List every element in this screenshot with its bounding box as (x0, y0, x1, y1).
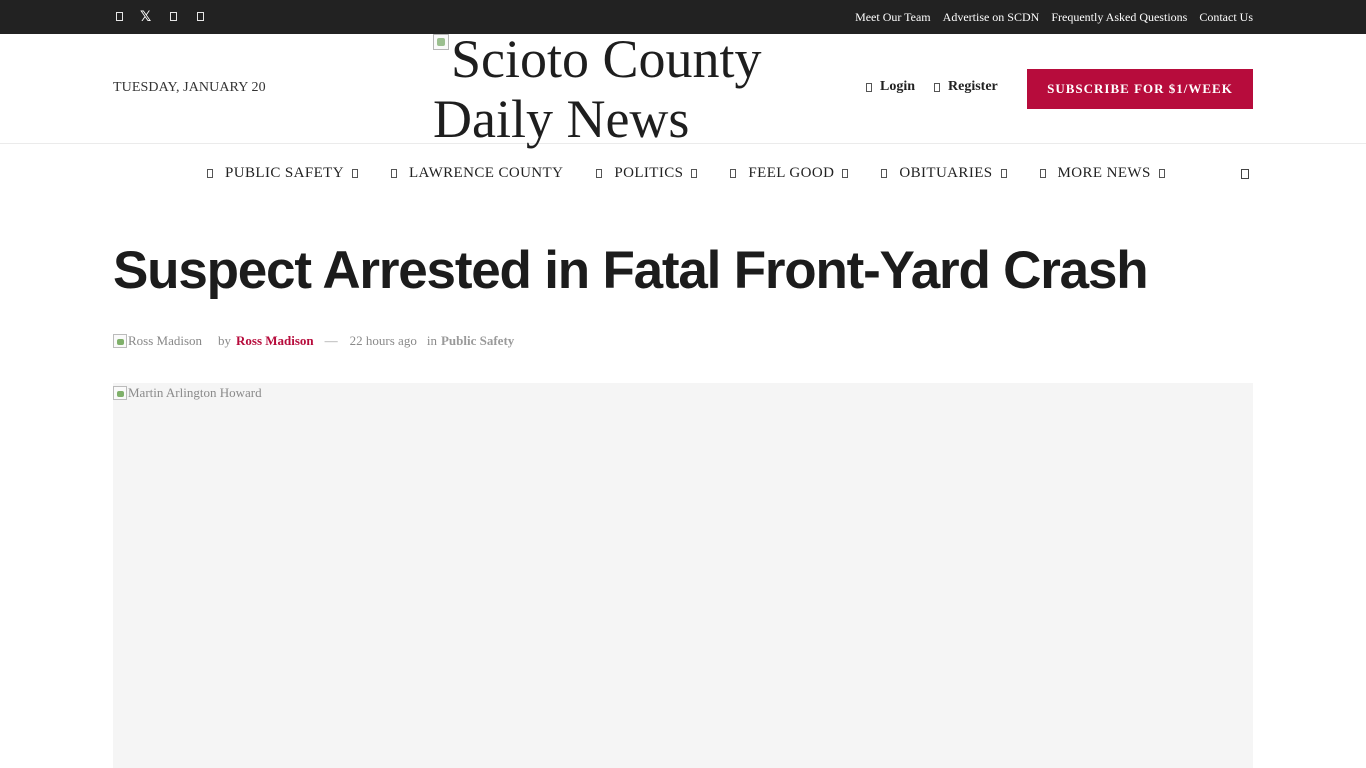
broken-image-icon (113, 334, 127, 348)
instagram-icon-glyph (170, 12, 177, 21)
article-meta: Ross Madison by Ross Madison — 22 hours … (113, 332, 514, 350)
nav-item-label: FEEL GOOD (748, 165, 835, 181)
chevron-down-icon (351, 169, 358, 178)
meet-our-team-link[interactable]: Meet Our Team (855, 10, 931, 25)
byline-prefix: by (218, 333, 231, 348)
public-safety-icon (207, 169, 213, 178)
register-link[interactable]: Register (934, 79, 998, 95)
nav-item-lawrence-county[interactable]: LAWRENCE COUNTY (390, 165, 564, 182)
nav-item-politics[interactable]: POLITICS (596, 165, 698, 182)
logo-alt-line-1: Scioto County (451, 29, 762, 89)
youtube-icon-glyph (197, 12, 204, 21)
subscribe-button[interactable]: SUBSCRIBE FOR $1/WEEK (1027, 69, 1253, 109)
site-logo[interactable]: Scioto County Daily News (433, 29, 833, 149)
social-links: 𝕏 (113, 0, 221, 34)
author-avatar[interactable]: Ross Madison (113, 333, 209, 349)
location-icon (390, 169, 397, 178)
nav-item-feel-good[interactable]: FEEL GOOD (730, 165, 849, 182)
heart-icon (730, 169, 737, 178)
login-link[interactable]: Login (866, 79, 915, 95)
chevron-down-icon (842, 169, 849, 178)
category-link[interactable]: Public Safety (441, 333, 514, 349)
top-links: Meet Our Team Advertise on SCDN Frequent… (843, 0, 1253, 34)
obituaries-icon (881, 169, 888, 178)
article-title: Suspect Arrested in Fatal Front-Yard Cra… (113, 241, 1149, 300)
broken-image-icon (113, 386, 127, 400)
nav-item-public-safety[interactable]: PUBLIC SAFETY (207, 165, 358, 182)
chevron-down-icon (691, 169, 698, 178)
nav-item-label: OBITUARIES (899, 165, 993, 181)
category-prefix: in (426, 333, 437, 348)
main-nav: PUBLIC SAFETY LAWRENCE COUNTY POLITICS F… (0, 145, 1366, 203)
chevron-down-icon (1000, 169, 1007, 178)
register-label: Register (948, 79, 998, 94)
featured-image-alt: Martin Arlington Howard (113, 385, 262, 401)
meta-separator: — (324, 333, 338, 348)
facebook-icon[interactable] (113, 10, 127, 24)
facebook-icon-glyph (116, 12, 123, 21)
contact-us-link[interactable]: Contact Us (1199, 10, 1253, 25)
nav-item-label: POLITICS (614, 165, 684, 181)
logo-alt-text: Scioto County Daily News (433, 29, 762, 149)
author-link[interactable]: Ross Madison (236, 333, 314, 349)
user-icon (934, 82, 941, 92)
nav-item-more-news[interactable]: MORE NEWS (1039, 165, 1165, 182)
nav-menu: PUBLIC SAFETY LAWRENCE COUNTY POLITICS F… (207, 165, 1198, 182)
faq-link[interactable]: Frequently Asked Questions (1051, 10, 1187, 25)
youtube-icon[interactable] (194, 10, 208, 24)
site-header: TUESDAY, JANUARY 20 Scioto County Daily … (0, 29, 1366, 149)
avatar-alt-text: Ross Madison (128, 333, 203, 348)
featured-image: Martin Arlington Howard (113, 383, 1253, 768)
search-icon[interactable] (1241, 169, 1249, 179)
politics-icon (596, 169, 603, 178)
x-twitter-icon[interactable]: 𝕏 (140, 10, 154, 24)
lock-icon (866, 82, 872, 92)
nav-item-label: LAWRENCE COUNTY (408, 165, 564, 181)
featured-image-alt-text: Martin Arlington Howard (128, 385, 262, 400)
instagram-icon[interactable] (167, 10, 181, 24)
account-links: Login Register (866, 79, 1017, 95)
news-icon (1039, 169, 1046, 178)
login-label: Login (880, 79, 916, 94)
logo-alt-line-2: Daily News (433, 89, 690, 149)
nav-item-label: PUBLIC SAFETY (225, 165, 344, 181)
advertise-link[interactable]: Advertise on SCDN (943, 10, 1040, 25)
post-time[interactable]: 22 hours ago (350, 333, 417, 349)
nav-item-obituaries[interactable]: OBITUARIES (881, 165, 1007, 182)
nav-item-label: MORE NEWS (1057, 165, 1151, 181)
chevron-down-icon (1158, 169, 1165, 178)
current-date: TUESDAY, JANUARY 20 (113, 80, 266, 95)
